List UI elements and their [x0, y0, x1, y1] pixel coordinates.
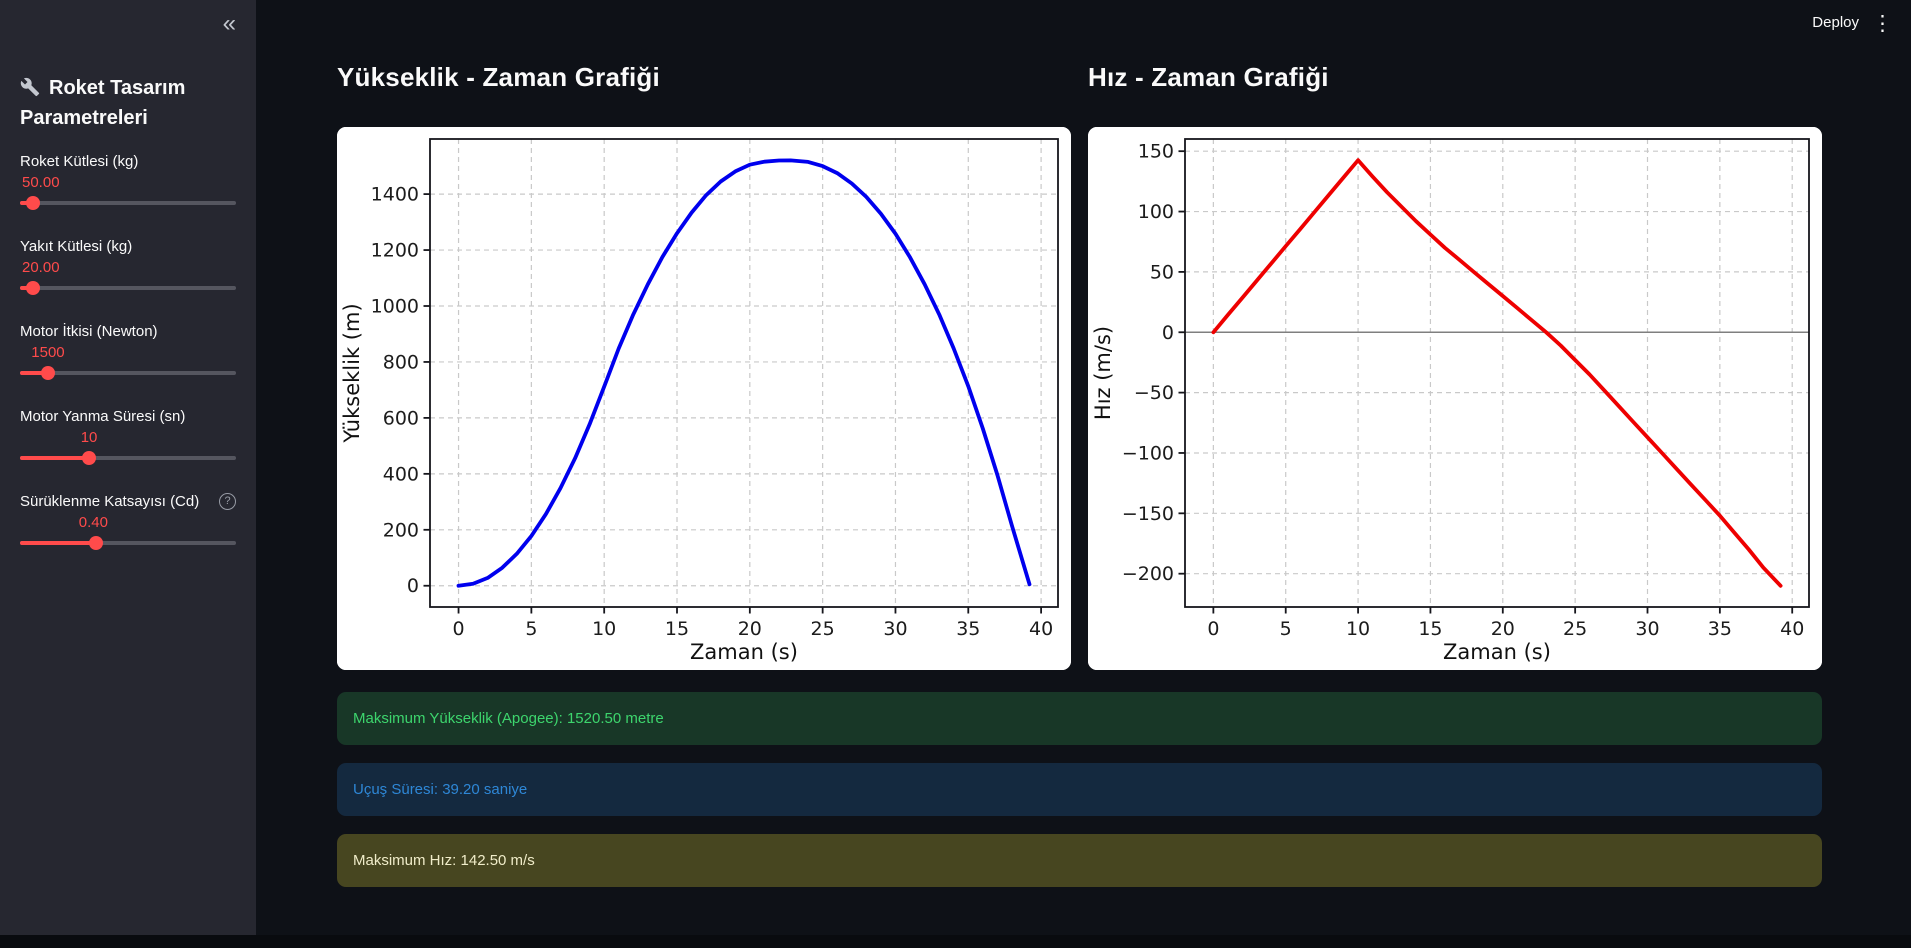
svg-text:25: 25: [1563, 618, 1587, 640]
svg-text:150: 150: [1138, 141, 1174, 163]
slider-label: Yakıt Kütlesi (kg): [20, 238, 132, 255]
slider-burn-time: Motor Yanma Süresi (sn) 10: [20, 407, 236, 469]
svg-text:35: 35: [956, 618, 980, 640]
slider-fill: [20, 456, 89, 460]
svg-text:400: 400: [383, 463, 419, 485]
flight-time-text: Uçuş Süresi: 39.20 saniye: [353, 781, 527, 798]
slider-label: Sürüklenme Katsayısı (Cd): [20, 493, 199, 510]
svg-text:100: 100: [1138, 201, 1174, 223]
slider-thumb[interactable]: [82, 451, 96, 465]
velocity-chart-card: 0 5 10 15 20 25 30 35 40 −200 −150 −100 −50 0 50 100 150…: [1088, 127, 1822, 670]
bottom-edge-strip: [0, 935, 1911, 948]
svg-text:10: 10: [592, 618, 616, 640]
svg-text:35: 35: [1708, 618, 1732, 640]
slider-thumb[interactable]: [41, 366, 55, 380]
slider-value: 10: [81, 429, 98, 446]
slider-fill: [20, 541, 96, 545]
velocity-chart-title: Hız - Zaman Grafiği: [1088, 62, 1822, 100]
slider-thumb[interactable]: [26, 281, 40, 295]
slider-fuel-mass: Yakıt Kütlesi (kg) 20.00: [20, 237, 236, 299]
svg-text:10: 10: [1346, 618, 1370, 640]
svg-text:−200: −200: [1122, 563, 1174, 585]
altitude-chart-title: Yükseklik - Zaman Grafiği: [337, 62, 1071, 100]
svg-text:0: 0: [1207, 618, 1219, 640]
svg-text:−100: −100: [1122, 442, 1174, 464]
svg-text:1000: 1000: [371, 296, 419, 318]
svg-text:Zaman (s): Zaman (s): [690, 640, 798, 664]
flight-time-alert: Uçuş Süresi: 39.20 saniye: [337, 763, 1822, 816]
svg-text:40: 40: [1029, 618, 1053, 640]
svg-text:600: 600: [383, 407, 419, 429]
velocity-time-chart: 0 5 10 15 20 25 30 35 40 −200 −150 −100 −50 0 50 100 150…: [1088, 127, 1822, 670]
svg-text:Zaman (s): Zaman (s): [1443, 640, 1551, 664]
slider-value: 1500: [31, 344, 64, 361]
slider-label: Roket Kütlesi (kg): [20, 153, 138, 170]
apogee-result-text: Maksimum Yükseklik (Apogee): 1520.50 met…: [353, 710, 664, 727]
slider-drag-coefficient: Sürüklenme Katsayısı (Cd) ? 0.40: [20, 492, 236, 554]
svg-text:0: 0: [407, 575, 419, 597]
help-icon[interactable]: ?: [219, 493, 236, 510]
svg-text:200: 200: [383, 519, 419, 541]
svg-text:30: 30: [883, 618, 907, 640]
slider-value: 0.40: [79, 514, 108, 531]
svg-text:40: 40: [1780, 618, 1804, 640]
deploy-button[interactable]: Deploy: [1812, 14, 1859, 31]
svg-text:0: 0: [452, 618, 464, 640]
kebab-menu-icon[interactable]: ⋮: [1872, 11, 1893, 37]
svg-text:Yükseklik (m): Yükseklik (m): [340, 303, 364, 443]
max-velocity-text: Maksimum Hız: 142.50 m/s: [353, 852, 535, 869]
app-header: Deploy ⋮: [0, 0, 1911, 50]
altitude-time-chart: 0510152025303540020040060080010001200140…: [337, 127, 1071, 670]
slider-value: 20.00: [22, 259, 60, 276]
svg-text:50: 50: [1150, 261, 1174, 283]
altitude-chart-card: 0510152025303540020040060080010001200140…: [337, 127, 1071, 670]
svg-text:15: 15: [1418, 618, 1442, 640]
apogee-result-alert: Maksimum Yükseklik (Apogee): 1520.50 met…: [337, 692, 1822, 745]
sidebar: « Roket Tasarım Parametreleri Roket Kütl…: [0, 0, 256, 948]
svg-text:20: 20: [1491, 618, 1515, 640]
slider-engine-thrust: Motor İtkisi (Newton) 1500: [20, 322, 236, 384]
slider-track[interactable]: [20, 371, 236, 375]
svg-text:−50: −50: [1134, 382, 1174, 404]
slider-label: Motor Yanma Süresi (sn): [20, 408, 185, 425]
svg-text:−150: −150: [1122, 503, 1174, 525]
slider-track[interactable]: [20, 541, 236, 545]
svg-text:1200: 1200: [371, 240, 419, 262]
svg-text:0: 0: [1162, 322, 1174, 344]
svg-text:25: 25: [811, 618, 835, 640]
slider-value: 50.00: [22, 174, 60, 191]
wrench-icon: [20, 77, 40, 105]
parameter-sliders: Roket Kütlesi (kg) 50.00 Yakıt Kütlesi (…: [20, 152, 236, 554]
slider-track[interactable]: [20, 456, 236, 460]
slider-rocket-mass: Roket Kütlesi (kg) 50.00: [20, 152, 236, 214]
slider-track[interactable]: [20, 286, 236, 290]
slider-track[interactable]: [20, 201, 236, 205]
slider-label: Motor İtkisi (Newton): [20, 323, 158, 340]
svg-text:1400: 1400: [371, 184, 419, 206]
results-section: Maksimum Yükseklik (Apogee): 1520.50 met…: [337, 692, 1822, 887]
sidebar-title-text: Roket Tasarım Parametreleri: [20, 77, 185, 129]
svg-text:800: 800: [383, 351, 419, 373]
max-velocity-alert: Maksimum Hız: 142.50 m/s: [337, 834, 1822, 887]
svg-text:Hız (m/s): Hız (m/s): [1091, 326, 1115, 420]
sidebar-title: Roket Tasarım Parametreleri: [20, 75, 236, 132]
svg-text:5: 5: [525, 618, 537, 640]
slider-thumb[interactable]: [89, 536, 103, 550]
slider-thumb[interactable]: [26, 196, 40, 210]
svg-text:5: 5: [1280, 618, 1292, 640]
svg-text:30: 30: [1635, 618, 1659, 640]
main-content: Yükseklik - Zaman Grafiği Hız - Zaman Gr…: [256, 0, 1911, 948]
svg-text:20: 20: [738, 618, 762, 640]
svg-text:15: 15: [665, 618, 689, 640]
